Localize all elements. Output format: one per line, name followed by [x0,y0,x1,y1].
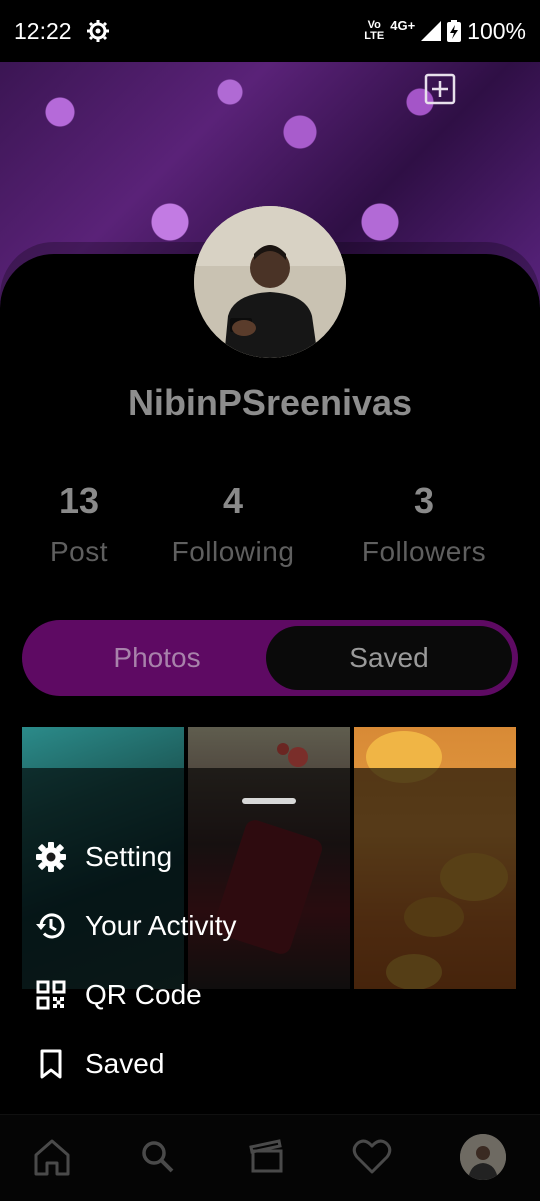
nav-reels[interactable] [242,1133,290,1181]
bottom-sheet-handle[interactable] [242,798,296,804]
menu-label: Saved [85,1047,165,1079]
bottom-sheet-menu: Setting Your Activity QR Code Saved [0,822,540,1098]
tab-switch: Photos Saved [22,620,518,696]
volte-bottom-label: LTE [364,30,385,42]
battery-icon [447,20,462,42]
nav-profile[interactable] [459,1133,507,1181]
menu-item-qr-code[interactable]: QR Code [0,960,540,1029]
settings-status-icon [86,20,109,42]
menu-item-saved[interactable]: Saved [0,1029,540,1098]
signal-icon [421,21,442,41]
tab-photos[interactable]: Photos [22,620,292,696]
history-icon [36,913,65,938]
stat-followers[interactable]: 3 Followers [334,480,514,568]
menu-label: Setting [85,840,173,872]
profile-username: NibinPSreenivas [127,382,413,423]
bottom-nav [0,1114,540,1201]
avatar [460,1134,506,1180]
stat-value: 3 [413,480,435,521]
reels-icon [249,1139,283,1173]
battery-percent: 100% [467,17,526,44]
stat-following[interactable]: 4 Following [143,480,323,568]
tab-saved[interactable]: Saved [266,626,512,690]
menu-item-your-activity[interactable]: Your Activity [0,891,540,960]
home-icon [34,1139,70,1176]
stat-value: 4 [222,480,244,521]
nav-home[interactable] [28,1133,76,1181]
nav-search[interactable] [134,1133,182,1181]
heart-icon [352,1139,392,1174]
stat-label: Followers [361,536,487,567]
menu-label: Your Activity [85,909,237,941]
add-box-icon[interactable] [423,72,457,106]
stat-label: Following [171,536,295,567]
qr-code-icon [36,980,66,1009]
avatar-photo [460,1134,506,1180]
menu-label: QR Code [85,978,202,1010]
bookmark-icon [40,1049,62,1078]
status-bar: 12:22 Vo LTE 4G+ 100% [0,0,540,62]
profile-photo [194,206,346,358]
volte-indicator: Vo LTE [364,20,384,42]
search-icon [142,1141,174,1173]
status-indicators: Vo LTE 4G+ 100% [364,18,526,45]
menu-item-setting[interactable]: Setting [0,822,540,891]
gear-icon [36,841,66,872]
status-time: 12:22 [14,17,72,44]
profile-avatar[interactable] [194,206,346,358]
profile-stats: 13 Post 4 Following 3 Followers [0,480,540,590]
nav-activity[interactable] [348,1133,396,1181]
network-type: 4G+ [390,17,416,33]
